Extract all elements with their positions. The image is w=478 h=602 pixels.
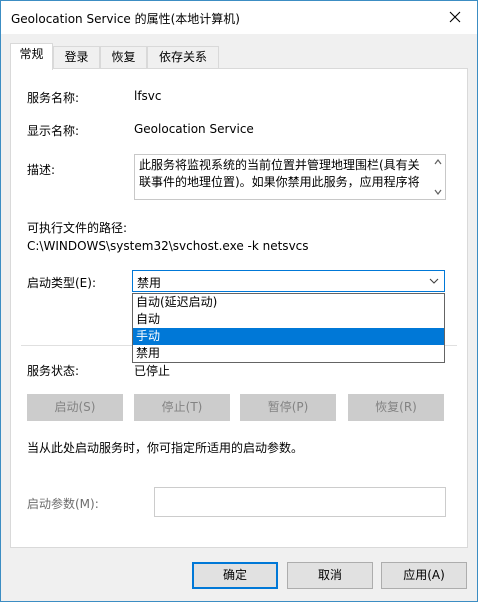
service-status-value: 已停止 — [134, 364, 171, 378]
apply-button[interactable]: 应用(A) — [381, 562, 467, 589]
chevron-down-icon — [429, 278, 439, 284]
general-panel: 服务名称: lfsvc 显示名称: Geolocation Service 描述… — [10, 68, 468, 548]
description-scrollbar[interactable] — [432, 156, 444, 198]
ok-button[interactable]: 确定 — [192, 562, 278, 589]
stop-button[interactable]: 停止(T) — [134, 394, 230, 421]
option-disabled[interactable]: 禁用 — [133, 345, 444, 362]
description-box[interactable]: 此服务将监视系统的当前位置并管理地理围栏(具有关联事件的地理位置)。如果你禁用此… — [134, 154, 446, 200]
startup-type-value: 禁用 — [137, 276, 162, 290]
option-manual[interactable]: 手动 — [133, 328, 444, 345]
exe-path-label: 可执行文件的路径: — [27, 221, 128, 235]
window-title: Geolocation Service 的属性(本地计算机) — [11, 12, 240, 26]
tab-logon[interactable]: 登录 — [53, 46, 100, 68]
scroll-up-icon[interactable] — [434, 158, 442, 166]
startup-type-label: 启动类型(E): — [27, 276, 96, 290]
cancel-button[interactable]: 取消 — [287, 562, 373, 589]
resume-button[interactable]: 恢复(R) — [348, 394, 444, 421]
pause-button[interactable]: 暂停(P) — [240, 394, 336, 421]
tab-recovery[interactable]: 恢复 — [100, 46, 147, 68]
service-name-label: 服务名称: — [27, 91, 80, 105]
properties-dialog: Geolocation Service 的属性(本地计算机) 常规 登录 恢复 … — [0, 0, 478, 602]
description-label: 描述: — [27, 163, 56, 177]
startup-type-select[interactable]: 禁用 — [132, 270, 445, 292]
start-params-label: 启动参数(M): — [27, 497, 99, 511]
close-button[interactable] — [437, 3, 473, 31]
start-params-input[interactable] — [154, 487, 446, 517]
close-icon — [449, 11, 461, 23]
exe-path-value: C:\WINDOWS\system32\svchost.exe -k netsv… — [27, 239, 309, 253]
hint-text: 当从此处启动服务时，你可指定所适用的启动参数。 — [27, 441, 304, 455]
service-name-value: lfsvc — [134, 89, 162, 103]
option-auto[interactable]: 自动 — [133, 311, 444, 328]
title-bar[interactable]: Geolocation Service 的属性(本地计算机) — [1, 1, 477, 34]
startup-type-dropdown: 自动(延迟启动) 自动 手动 禁用 — [132, 293, 445, 363]
option-auto-delayed[interactable]: 自动(延迟启动) — [133, 294, 444, 311]
display-name-value: Geolocation Service — [134, 122, 254, 136]
tab-dependencies[interactable]: 依存关系 — [147, 46, 219, 68]
tab-general[interactable]: 常规 — [10, 43, 53, 70]
start-button[interactable]: 启动(S) — [27, 394, 123, 421]
scroll-down-icon[interactable] — [434, 188, 442, 196]
display-name-label: 显示名称: — [27, 124, 80, 138]
description-text: 此服务将监视系统的当前位置并管理地理围栏(具有关联事件的地理位置)。如果你禁用此… — [139, 158, 420, 189]
service-status-label: 服务状态: — [27, 364, 80, 378]
